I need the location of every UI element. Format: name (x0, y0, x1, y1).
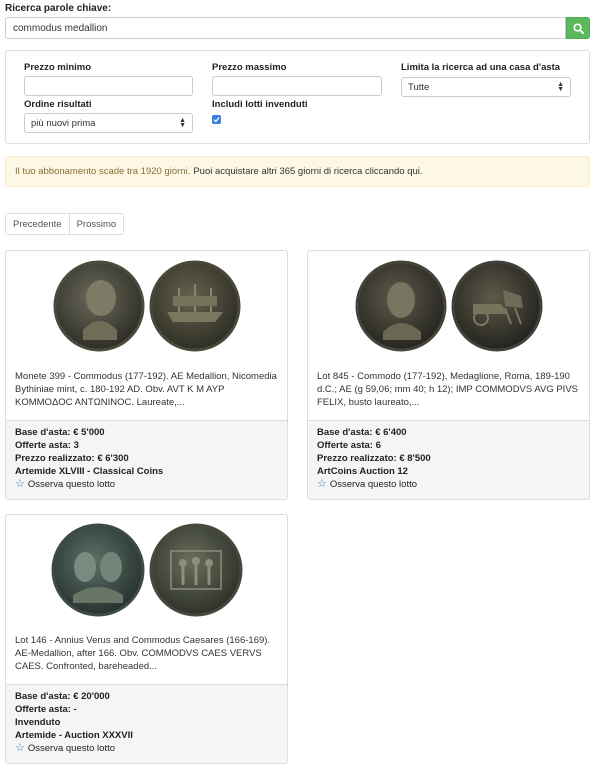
purchase-link[interactable]: Puoi acquistare altri 365 giorni di rice… (193, 166, 422, 177)
coin-reverse-image (451, 260, 542, 352)
coin-reverse-image (149, 260, 240, 352)
starting-price: Base d'asta: € 6'400 (317, 427, 407, 438)
coin-obverse-image (355, 260, 446, 352)
result-card[interactable]: Lot 845 - Commodo (177-192), Medaglione,… (307, 250, 590, 500)
lot-description: Lot 146 - Annius Verus and Commodus Caes… (15, 635, 271, 672)
watch-lot-label: Osserva questo lotto (329, 479, 418, 490)
lot-info: Base d'asta: € 6'400 Offerte asta: 6 Pre… (308, 420, 589, 499)
include-unsold-label: Includi lotti invenduti (212, 99, 308, 110)
coin-reverse-image (149, 523, 242, 617)
realized-price: Prezzo realizzato: € 8'500 (317, 453, 431, 464)
select-arrows-icon: ▲ ▼ (557, 81, 564, 93)
bid-count: Offerte asta: 3 (15, 440, 79, 451)
result-order-label: Ordine risultati (24, 99, 92, 110)
auction-house-value: Tutte (408, 81, 430, 93)
starting-price: Base d'asta: € 20'000 (15, 691, 110, 702)
lot-description: Monete 399 - Commodus (177-192). AE Meda… (15, 371, 277, 408)
result-card[interactable]: Lot 146 - Annius Verus and Commodus Caes… (5, 514, 288, 764)
lot-info: Base d'asta: € 5'000 Offerte asta: 3 Pre… (6, 420, 287, 499)
bid-count: Offerte asta: 6 (317, 440, 381, 451)
lot-info: Base d'asta: € 20'000 Offerte asta: - In… (6, 684, 287, 763)
coin-image[interactable] (6, 251, 287, 361)
previous-page-button[interactable]: Precedente (5, 213, 70, 235)
coin-obverse-image (51, 523, 144, 617)
min-price-label: Prezzo minimo (24, 62, 92, 73)
result-card[interactable]: Monete 399 - Commodus (177-192). AE Meda… (5, 250, 288, 500)
lot-description: Lot 845 - Commodo (177-192), Medaglione,… (317, 371, 578, 408)
bid-count: Offerte asta: - (15, 704, 77, 715)
star-icon: ☆ (15, 742, 25, 754)
subscription-expiry-text: Il tuo abbonamento scade tra 1920 giorni… (15, 166, 191, 177)
subscription-alert: Il tuo abbonamento scade tra 1920 giorni… (5, 156, 590, 187)
auction-name[interactable]: Artemide - Auction XXXVII (15, 729, 278, 742)
coin-image[interactable] (308, 251, 589, 361)
auction-house-label: Limita la ricerca ad una casa d'asta (401, 62, 561, 73)
search-icon (572, 22, 584, 34)
max-price-input[interactable] (212, 76, 382, 96)
realized-price: Invenduto (15, 717, 61, 728)
coin-image[interactable] (6, 515, 287, 625)
filters-panel: Prezzo minimo Prezzo massimo Limita la r… (5, 50, 590, 144)
keyword-search-input[interactable] (5, 17, 566, 39)
watch-lot-link[interactable]: ☆ Osserva questo lotto (317, 478, 580, 491)
watch-lot-link[interactable]: ☆ Osserva questo lotto (15, 742, 278, 755)
watch-lot-link[interactable]: ☆ Osserva questo lotto (15, 478, 278, 491)
starting-price: Base d'asta: € 5'000 (15, 427, 105, 438)
include-unsold-checkbox[interactable] (212, 115, 221, 124)
keyword-search (5, 17, 590, 39)
pagination: Precedente Prossimo (5, 213, 125, 235)
next-page-button[interactable]: Prossimo (69, 213, 125, 235)
max-price-label: Prezzo massimo (212, 62, 287, 73)
checkmark-icon (213, 117, 220, 123)
watch-lot-label: Osserva questo lotto (27, 479, 116, 490)
min-price-input[interactable] (24, 76, 193, 96)
realized-price: Prezzo realizzato: € 6'300 (15, 453, 129, 464)
auction-house-select[interactable]: Tutte ▲ ▼ (401, 77, 571, 97)
search-button[interactable] (566, 17, 590, 39)
star-icon: ☆ (317, 478, 327, 490)
result-order-value: più nuovi prima (31, 117, 96, 129)
auction-name[interactable]: Artemide XLVIII - Classical Coins (15, 465, 278, 478)
auction-name[interactable]: ArtCoins Auction 12 (317, 465, 580, 478)
result-order-select[interactable]: più nuovi prima ▲ ▼ (24, 113, 193, 133)
select-arrows-icon: ▲ ▼ (179, 117, 186, 129)
watch-lot-label: Osserva questo lotto (27, 743, 116, 754)
coin-obverse-image (53, 260, 144, 352)
keyword-search-label: Ricerca parole chiave: (5, 3, 112, 14)
star-icon: ☆ (15, 478, 25, 490)
